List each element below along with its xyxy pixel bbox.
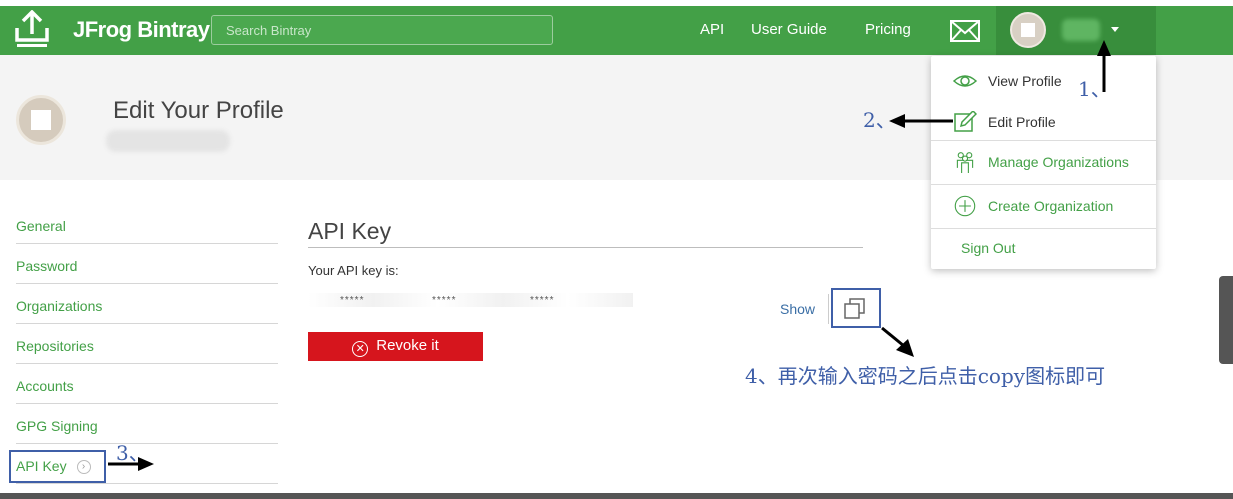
menu-item-manage-organizations[interactable]: Manage Organizations: [931, 141, 1156, 183]
masked-part: *****: [432, 295, 457, 306]
nav-link-api[interactable]: API: [700, 21, 724, 38]
sidebar-item-repositories[interactable]: Repositories: [16, 324, 278, 364]
menu-item-view-profile[interactable]: View Profile: [931, 60, 1156, 102]
arrow-icon: [881, 326, 914, 357]
revoke-label: Revoke it: [376, 336, 439, 354]
plus-circle-icon: [954, 195, 976, 217]
divider: [828, 294, 829, 324]
nav-link-user-guide[interactable]: User Guide: [751, 21, 827, 38]
mail-icon[interactable]: [950, 20, 980, 42]
menu-item-create-organization[interactable]: Create Organization: [931, 185, 1156, 227]
sidebar-item-organizations[interactable]: Organizations: [16, 284, 278, 324]
menu-item-edit-profile[interactable]: Edit Profile: [931, 101, 1156, 143]
bintray-logo-icon[interactable]: [14, 10, 50, 50]
bottom-bar: [0, 493, 1233, 499]
caret-down-icon: [1111, 27, 1119, 32]
nav-link-pricing[interactable]: Pricing: [865, 21, 911, 38]
annotation-step-3: 3、: [116, 441, 149, 465]
brand-name[interactable]: JFrog Bintray: [73, 17, 210, 43]
menu-item-sign-out[interactable]: Sign Out: [931, 227, 1156, 269]
eye-icon: [953, 75, 977, 87]
annotation-highlight-box: [9, 450, 106, 483]
scrollbar-thumb[interactable]: [1219, 276, 1233, 364]
profile-name-redacted: [106, 130, 230, 152]
api-key-masked-value: ***** ***** *****: [308, 293, 633, 307]
revoke-key-button[interactable]: ✕ Revoke it: [308, 332, 483, 361]
masked-part: *****: [530, 295, 555, 306]
search-input[interactable]: [211, 15, 553, 45]
sidebar-item-accounts[interactable]: Accounts: [16, 364, 278, 404]
page-title: Edit Your Profile: [113, 97, 284, 124]
annotation-step-1: 1、: [1078, 77, 1111, 101]
section-divider: [308, 247, 863, 248]
avatar: [1010, 12, 1046, 48]
show-key-link[interactable]: Show: [780, 301, 815, 317]
user-dropdown-menu: View Profile Edit Profile Manage Organiz…: [931, 56, 1156, 269]
close-circle-icon: ✕: [352, 340, 369, 357]
api-key-label: Your API key is:: [308, 263, 399, 278]
username-redacted: [1062, 19, 1100, 41]
copy-button[interactable]: [831, 288, 881, 328]
user-menu-toggle[interactable]: [996, 6, 1156, 55]
masked-part: *****: [340, 295, 365, 306]
menu-item-label: Edit Profile: [988, 114, 1056, 130]
menu-item-label: Manage Organizations: [988, 154, 1129, 170]
users-icon: [956, 152, 974, 173]
edit-icon: [954, 111, 977, 132]
menu-item-label: Create Organization: [988, 198, 1114, 214]
profile-avatar: [16, 95, 66, 145]
annotation-step-4: 4、再次输入密码之后点击copy图标即可: [745, 364, 1106, 388]
copy-icon: [844, 298, 865, 319]
sidebar-item-password[interactable]: Password: [16, 244, 278, 284]
sidebar-item-general[interactable]: General: [16, 204, 278, 244]
menu-item-label: View Profile: [988, 73, 1062, 89]
section-title: API Key: [308, 218, 392, 244]
annotation-step-2: 2、: [863, 108, 896, 132]
top-nav: JFrog Bintray API User Guide Pricing: [0, 6, 1233, 55]
menu-item-label: Sign Out: [961, 240, 1016, 256]
